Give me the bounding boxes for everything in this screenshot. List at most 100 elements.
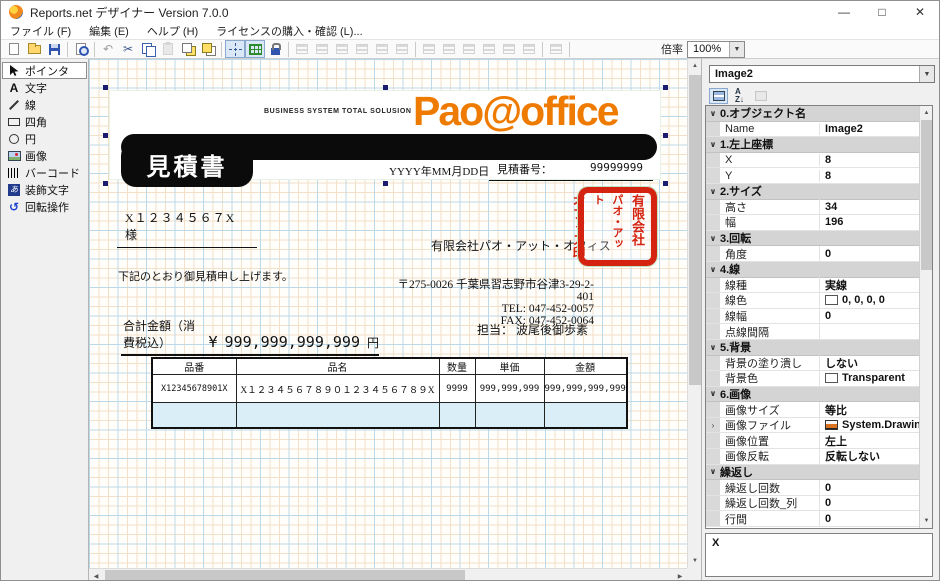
tool-ellipse[interactable]: 円 [2,130,87,147]
selection-handle[interactable] [103,181,108,186]
scroll-down-icon[interactable]: ▼ [920,514,933,528]
selection-handle[interactable] [383,85,388,90]
scroll-right-icon[interactable]: ▶ [673,569,687,581]
scroll-left-icon[interactable]: ◀ [89,569,103,581]
open-file-button[interactable] [24,40,44,58]
scroll-down-icon[interactable]: ▼ [688,554,702,568]
tool-rectangle[interactable]: 四角 [2,113,87,130]
tool-text[interactable]: A 文字 [2,79,87,96]
expander-icon[interactable]: › [706,418,720,433]
chevron-down-icon[interactable]: ▼ [919,66,934,82]
date-placeholder[interactable]: YYYY年MM月DD日 [389,163,489,179]
property-category[interactable]: ∨5.背景 [706,340,919,356]
menu-help[interactable]: ヘルプ (H) [138,23,207,39]
tool-barcode[interactable]: バーコード [2,164,87,181]
lock-object-button[interactable] [265,40,285,58]
selection-handle[interactable] [103,85,108,90]
property-category[interactable]: ∨4.線 [706,262,919,278]
minimize-button[interactable]: — [825,1,863,23]
company-logo[interactable]: Pao@office [413,91,618,132]
company-seal-stamp[interactable]: 有限会社 パオ・アット オフィス印 [578,187,657,266]
collapse-icon[interactable]: ∨ [706,467,720,476]
empty-cell [439,403,475,428]
space-horizontal-button[interactable] [479,40,499,58]
center-vertical-button[interactable] [519,40,539,58]
menu-license[interactable]: ライセンスの購入・確認 (L)... [207,23,371,39]
paste-button[interactable] [158,40,178,58]
tool-pointer[interactable]: ポインタ [2,62,87,79]
collapse-icon[interactable]: ∨ [706,140,720,149]
scroll-thumb[interactable] [921,120,932,270]
snap-to-grid-button[interactable] [225,40,245,58]
cut-button[interactable]: ✂ [118,40,138,58]
property-category[interactable]: ∨6.画像 [706,387,919,403]
same-height-button[interactable] [439,40,459,58]
tool-image[interactable]: 画像 [2,147,87,164]
align-center-button[interactable] [312,40,332,58]
logo-tagline[interactable]: BUSINESS SYSTEM TOTAL SOLUSION [264,108,412,115]
bring-to-front-button[interactable] [178,40,198,58]
property-category[interactable]: ∨3.回転 [706,231,919,247]
greeting-text[interactable]: 下記のとおり御見積申し上げます。 [118,268,293,284]
selection-handle[interactable] [383,181,388,186]
collapse-icon[interactable]: ∨ [706,234,720,243]
center-horizontal-button[interactable] [499,40,519,58]
close-button[interactable]: ✕ [901,1,939,23]
staff-line[interactable]: 担当： 波尾後御歩素 [477,321,588,338]
save-button[interactable] [44,40,64,58]
collapse-icon[interactable]: ∨ [706,109,720,118]
undo-button[interactable]: ↶ [98,40,118,58]
menu-edit[interactable]: 編集 (E) [80,23,138,39]
align-top-button[interactable] [352,40,372,58]
vertical-scroll-thumb[interactable] [689,75,701,385]
quote-number-line[interactable]: 見積番号： 99999999 [489,161,653,181]
collapse-icon[interactable]: ∨ [706,187,720,196]
selection-handle[interactable] [663,133,668,138]
items-table[interactable]: 品番 品名 数量 単価 金額 X12345678901X X１２３４５６７８９０… [151,357,628,429]
total-amount-line[interactable]: 合計金額（消費税込） ¥ 999,999,999,999 円 [121,317,379,356]
selection-handle[interactable] [663,181,668,186]
contact-block[interactable]: 〒275-0026 千葉県習志野市谷津3-29-2-401 TEL: 047-4… [382,279,594,327]
property-grid-scrollbar[interactable]: ▲ ▼ [919,106,932,528]
align-left-button[interactable] [292,40,312,58]
align-bottom-button[interactable] [392,40,412,58]
document-title[interactable]: 見積書 [121,141,253,187]
collapse-icon[interactable]: ∨ [706,265,720,274]
same-width-button[interactable] [419,40,439,58]
vertical-scrollbar[interactable]: ▲ ▼ [687,59,701,568]
property-category[interactable]: ∨繰返し [706,465,919,481]
collapse-icon[interactable]: ∨ [706,343,720,352]
align-right-button[interactable] [332,40,352,58]
design-canvas[interactable]: BUSINESS SYSTEM TOTAL SOLUSION Pao@offic… [89,59,687,568]
menu-file[interactable]: ファイル (F) [1,23,80,39]
horizontal-scrollbar[interactable]: ◀ ▶ [89,568,687,581]
alphabetical-sort-button[interactable]: AZ↓ [730,88,749,104]
collapse-icon[interactable]: ∨ [706,389,720,398]
align-middle-button[interactable] [372,40,392,58]
scroll-up-icon[interactable]: ▲ [688,59,702,73]
chevron-down-icon[interactable]: ▼ [729,42,744,57]
customer-name[interactable]: X１２３４５６７X 様 [117,209,257,248]
show-grid-button[interactable] [245,40,265,58]
copy-button[interactable] [138,40,158,58]
object-selector[interactable]: Image2 ▼ [709,65,935,83]
tool-line[interactable]: 線 [2,96,87,113]
send-to-back-button[interactable] [198,40,218,58]
property-category[interactable]: ∨0.オブジェクト名 [706,106,919,122]
new-document-button[interactable] [4,40,24,58]
property-category[interactable]: ∨2.サイズ [706,184,919,200]
same-size-button[interactable] [459,40,479,58]
categorized-view-button[interactable] [709,88,728,104]
property-pages-button[interactable] [751,88,770,104]
print-preview-button[interactable] [71,40,91,58]
property-category[interactable]: ∨1.左上座標 [706,137,919,153]
scroll-up-icon[interactable]: ▲ [920,106,933,120]
maximize-button[interactable]: □ [863,1,901,23]
zoom-select[interactable]: 100% ▼ [687,41,745,58]
selection-handle[interactable] [663,85,668,90]
tool-rotate[interactable]: ↺ 回転操作 [2,198,87,215]
misc-button[interactable] [546,40,566,58]
selection-handle[interactable] [103,133,108,138]
tool-decorated-text[interactable]: あ 装飾文字 [2,181,87,198]
horizontal-scroll-thumb[interactable] [105,570,465,581]
